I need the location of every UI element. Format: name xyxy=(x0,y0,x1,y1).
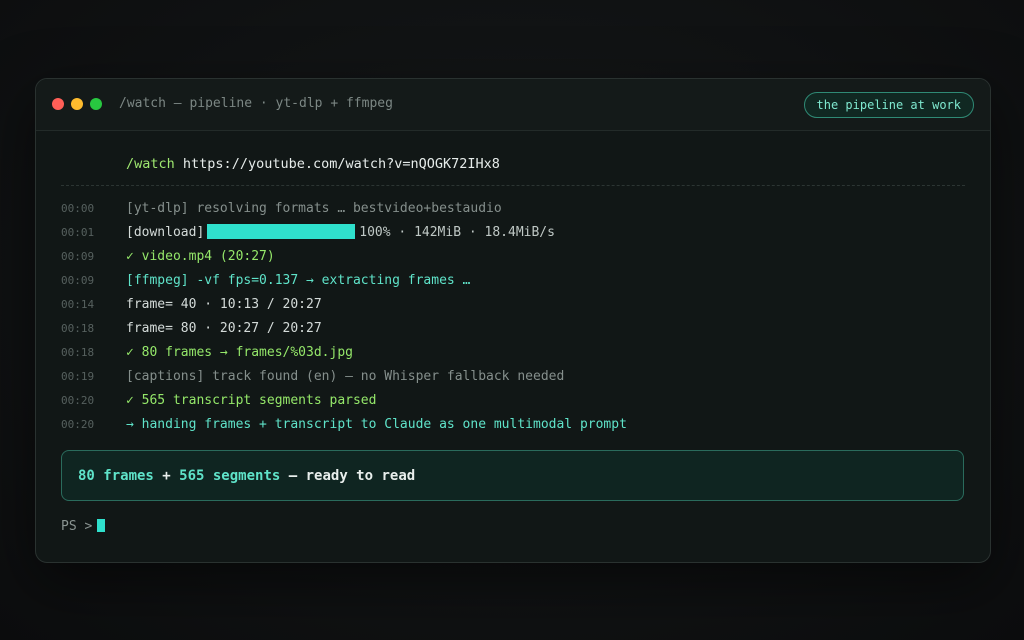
log-output: 00:00 [yt-dlp] resolving formats … bestvi… xyxy=(61,197,965,437)
command-line: /watch https://youtube.com/watch?v=nQOGK… xyxy=(126,156,500,172)
download-label: [download] xyxy=(126,225,205,240)
command-name: /watch xyxy=(126,156,175,172)
log-message: ✓ video.mp4 (20:27) xyxy=(126,249,275,264)
log-row: 00:18 ✓ 80 frames → frames/%03d.jpg xyxy=(61,341,965,365)
text-cursor xyxy=(97,519,106,532)
log-row: 00:14 frame= 40 · 10:13 / 20:27 xyxy=(61,293,965,317)
log-row: 00:00 [yt-dlp] resolving formats … bestvi… xyxy=(61,197,965,221)
log-row: 00:09 [ffmpeg] -vf fps=0.137 → extracting… xyxy=(61,269,965,293)
log-message: frame= 80 · 20:27 / 20:27 xyxy=(126,321,322,336)
log-timestamp: 00:20 xyxy=(61,394,95,407)
log-row: 00:20 ✓ 565 transcript segments parsed xyxy=(61,389,965,413)
log-timestamp: 00:01 xyxy=(61,226,95,239)
log-timestamp: 00:09 xyxy=(61,250,95,263)
divider xyxy=(61,185,965,186)
log-timestamp: 00:14 xyxy=(61,298,95,311)
download-progress-bar xyxy=(207,224,356,239)
download-stats: 100% · 142MiB · 18.4MiB/s xyxy=(359,225,555,240)
maximize-button[interactable] xyxy=(90,98,102,110)
prompt-text: PS > xyxy=(61,519,93,534)
log-timestamp: 00:20 xyxy=(61,418,95,431)
command-url[interactable]: https://youtube.com/watch?v=nQOGK72IHx8 xyxy=(183,156,500,172)
summary-segments: 565 segments xyxy=(179,468,281,484)
log-message: ✓ 565 transcript segments parsed xyxy=(126,393,377,408)
pipeline-badge: the pipeline at work xyxy=(803,92,974,118)
summary-rest: — ready to read xyxy=(280,468,416,484)
log-row: 00:09 ✓ video.mp4 (20:27) xyxy=(61,245,965,269)
log-timestamp: 00:19 xyxy=(61,370,95,383)
log-row: 00:18 frame= 80 · 20:27 / 20:27 xyxy=(61,317,965,341)
log-message: frame= 40 · 10:13 / 20:27 xyxy=(126,297,322,312)
window-title: /watch — pipeline · yt-dlp + ffmpeg xyxy=(119,96,393,111)
log-message: [captions] track found (en) — no Whisper… xyxy=(126,369,565,384)
log-row-download: 00:01 [download] 100% · 142MiB · 18.4MiB/s xyxy=(61,221,965,245)
shell-prompt[interactable]: PS > xyxy=(61,519,106,534)
log-message: ✓ 80 frames → frames/%03d.jpg xyxy=(126,345,353,360)
summary-plus: + xyxy=(153,468,180,484)
summary-box: 80 frames + 565 segments — ready to read xyxy=(61,450,964,501)
log-timestamp: 00:18 xyxy=(61,346,95,359)
log-message: [yt-dlp] resolving formats … bestvideo+b… xyxy=(126,201,502,216)
summary-frames: 80 frames xyxy=(78,468,154,484)
log-timestamp: 00:18 xyxy=(61,322,95,335)
minimize-button[interactable] xyxy=(71,98,83,110)
log-message: [ffmpeg] -vf fps=0.137 → extracting fram… xyxy=(126,273,471,288)
log-row: 00:20 → handing frames + transcript to Cl… xyxy=(61,413,965,437)
log-timestamp: 00:09 xyxy=(61,274,95,287)
close-button[interactable] xyxy=(52,98,64,110)
log-row: 00:19 [captions] track found (en) — no Wh… xyxy=(61,365,965,389)
title-bar: /watch — pipeline · yt-dlp + ffmpeg the … xyxy=(36,79,990,131)
log-message: → handing frames + transcript to Claude … xyxy=(126,417,627,432)
log-timestamp: 00:00 xyxy=(61,202,95,215)
summary-text: 80 frames + 565 segments — ready to read xyxy=(78,468,415,484)
terminal-window: /watch — pipeline · yt-dlp + ffmpeg the … xyxy=(35,78,991,563)
